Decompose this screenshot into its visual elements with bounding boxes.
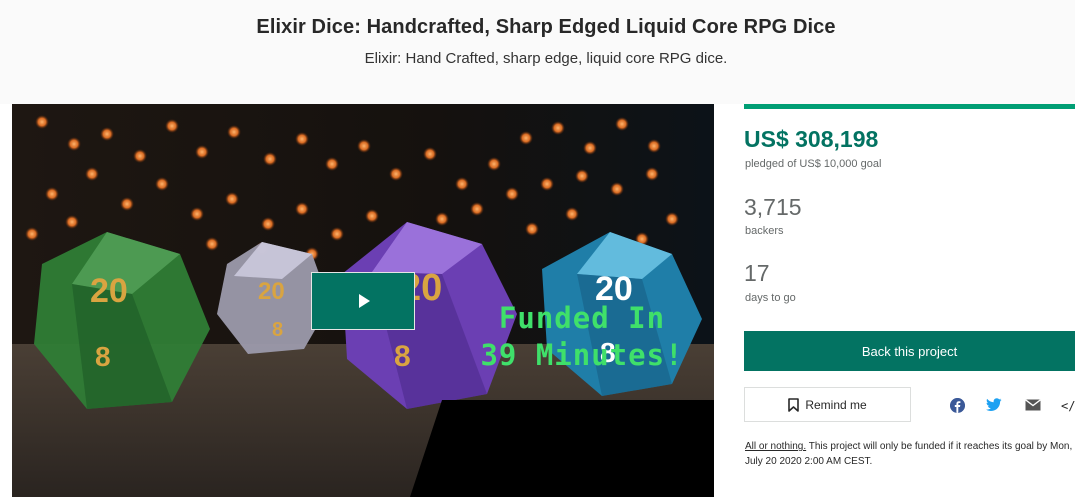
bokeh-light — [67, 137, 81, 151]
bokeh-light — [85, 167, 99, 181]
bokeh-light — [165, 119, 179, 133]
bokeh-light — [487, 157, 501, 171]
svg-text:8: 8 — [272, 319, 283, 341]
bokeh-light — [615, 117, 629, 131]
bokeh-light — [25, 227, 39, 241]
bokeh-light — [645, 167, 659, 181]
bokeh-light — [423, 147, 437, 161]
funded-banner-text: Funded In 39 Minutes! — [462, 300, 702, 374]
bokeh-light — [519, 131, 533, 145]
bokeh-light — [227, 125, 241, 139]
backers-count: 3,715 — [744, 194, 802, 220]
bokeh-light — [455, 177, 469, 191]
svg-text:8: 8 — [394, 340, 411, 373]
remind-me-button[interactable]: Remind me — [744, 387, 911, 422]
bokeh-light — [505, 187, 519, 201]
bokeh-light — [330, 227, 344, 241]
bokeh-light — [357, 139, 371, 153]
remind-me-label: Remind me — [805, 397, 867, 412]
email-glyph — [1025, 399, 1041, 411]
back-this-project-button[interactable]: Back this project — [744, 331, 1075, 371]
funded-banner-line-1: Funded In — [498, 301, 666, 335]
bokeh-light — [155, 177, 169, 191]
bokeh-light — [100, 127, 114, 141]
bokeh-light — [325, 157, 339, 171]
days-to-go-label: days to go — [745, 292, 796, 304]
bokeh-light — [610, 182, 624, 196]
funding-terms: All or nothing. This project will only b… — [745, 439, 1075, 469]
project-blurb: Elixir: Hand Crafted, sharp edge, liquid… — [364, 50, 728, 67]
email-icon[interactable] — [1025, 398, 1041, 414]
facebook-glyph — [950, 398, 965, 413]
funding-progress-fill — [744, 104, 1075, 109]
embed-icon[interactable]: </> — [1061, 399, 1075, 415]
bokeh-light — [263, 152, 277, 166]
pledged-goal-label: pledged of US$ 10,000 goal — [745, 158, 882, 170]
bokeh-light — [35, 115, 49, 129]
pledged-amount: US$ 308,198 — [744, 126, 879, 152]
bokeh-light — [540, 177, 554, 191]
bokeh-light — [389, 167, 403, 181]
bokeh-light — [435, 212, 449, 226]
twitter-icon[interactable] — [986, 398, 1002, 414]
bokeh-light — [133, 149, 147, 163]
play-video-button[interactable] — [311, 272, 415, 330]
bokeh-light — [65, 215, 79, 229]
bokeh-light — [195, 145, 209, 159]
bokeh-light — [470, 202, 484, 216]
funded-banner-line-2: 39 Minutes! — [480, 338, 684, 372]
bokeh-light — [583, 141, 597, 155]
bokeh-light — [565, 207, 579, 221]
bokeh-light — [665, 212, 679, 226]
funding-progress-bar — [744, 104, 1075, 109]
bokeh-light — [575, 169, 589, 183]
bokeh-light — [190, 207, 204, 221]
funded-banner — [410, 400, 714, 497]
bokeh-light — [225, 192, 239, 206]
days-to-go-count: 17 — [744, 260, 770, 286]
bokeh-light — [551, 121, 565, 135]
bokeh-light — [295, 202, 309, 216]
twitter-glyph — [986, 398, 1002, 411]
bokeh-light — [647, 139, 661, 153]
play-icon — [359, 294, 370, 308]
bokeh-light — [45, 187, 59, 201]
svg-text:20: 20 — [258, 278, 285, 305]
svg-text:20: 20 — [90, 272, 128, 310]
bokeh-light — [525, 222, 539, 236]
backers-label: backers — [745, 225, 784, 237]
bokeh-light — [120, 197, 134, 211]
bokeh-light — [295, 132, 309, 146]
bookmark-icon — [788, 397, 800, 412]
svg-text:8: 8 — [95, 341, 111, 372]
bokeh-light — [205, 237, 219, 251]
bokeh-light — [365, 209, 379, 223]
facebook-icon[interactable] — [950, 398, 965, 413]
all-or-nothing-link[interactable]: All or nothing. — [745, 441, 806, 452]
bokeh-light — [261, 217, 275, 231]
project-title: Elixir Dice: Handcrafted, Sharp Edged Li… — [256, 16, 836, 38]
